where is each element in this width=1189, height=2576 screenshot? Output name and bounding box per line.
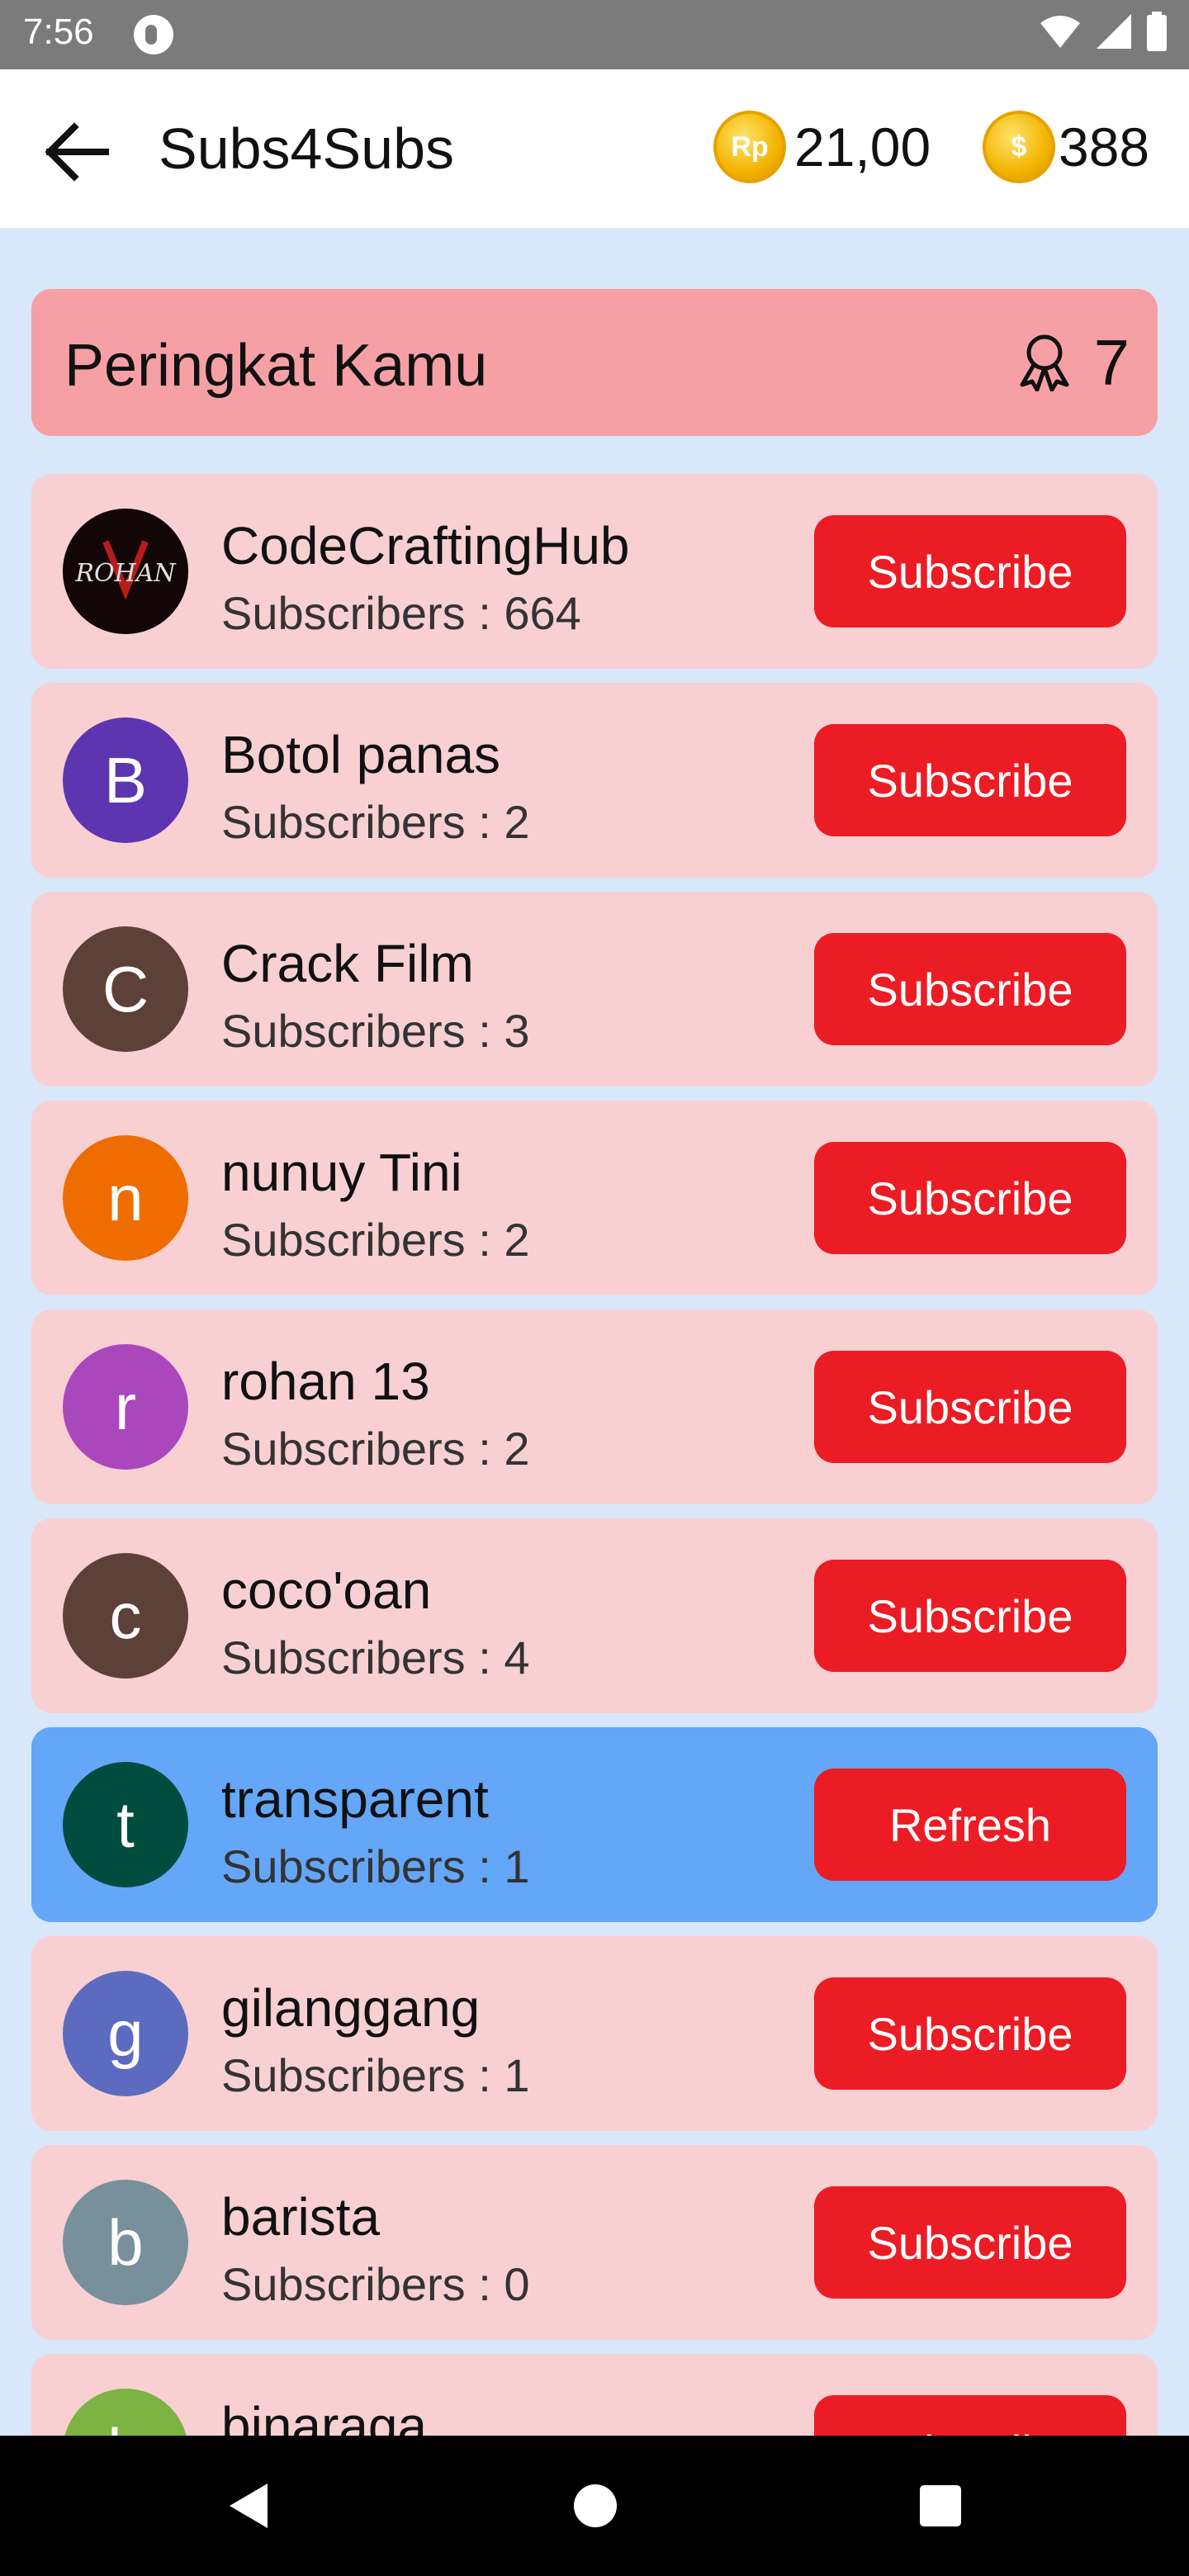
arrow-back-icon xyxy=(45,122,109,182)
avatar: B xyxy=(63,717,188,843)
subscribe-button[interactable]: Subscribe xyxy=(814,1142,1126,1254)
nav-home-icon[interactable] xyxy=(566,2477,624,2535)
app-title: Subs4Subs xyxy=(159,116,455,181)
list-item: g gilanggang Subscribers : 1 Subscribe xyxy=(31,1936,1158,2131)
list-item: B Botol panas Subscribers : 2 Subscribe xyxy=(31,683,1158,878)
channel-name: rohan 13 xyxy=(221,1352,430,1411)
battery-icon xyxy=(1147,12,1167,51)
status-time: 7:56 xyxy=(23,12,94,52)
avatar: r xyxy=(63,1344,188,1470)
subscriber-count: Subscribers : 664 xyxy=(221,587,581,639)
notification-app-icon xyxy=(134,15,173,54)
channel-name: Botol panas xyxy=(221,725,501,784)
rp-balance-value: 21,00 xyxy=(794,116,931,178)
coin-balance: $ 388 xyxy=(983,111,1149,183)
status-icons xyxy=(1039,12,1168,51)
avatar: b xyxy=(63,2180,188,2305)
channel-name: transparent xyxy=(221,1769,489,1829)
system-nav-bar xyxy=(0,2436,1189,2576)
status-bar: 7:56 xyxy=(0,0,1189,69)
channel-name: barista xyxy=(221,2187,381,2247)
avatar: C xyxy=(63,926,188,1052)
rp-balance: Rp 21,00 xyxy=(713,111,931,183)
app-bar: Subs4Subs Rp 21,00 $ 388 xyxy=(0,69,1189,228)
wifi-icon xyxy=(1040,16,1080,48)
rank-value: 7 xyxy=(1093,326,1130,399)
list-item: r rohan 13 Subscribers : 2 Subscribe xyxy=(31,1309,1158,1504)
avatar: t xyxy=(63,1762,188,1887)
subscriber-count: Subscribers : 3 xyxy=(221,1005,530,1057)
subscribe-button[interactable]: Subscribe xyxy=(814,1351,1126,1463)
nav-back-icon[interactable] xyxy=(221,2477,279,2535)
svg-text:ROHAN: ROHAN xyxy=(74,559,177,588)
subscriber-count: Subscribers : 2 xyxy=(221,796,530,848)
refresh-button[interactable]: Refresh xyxy=(814,1769,1126,1881)
avatar: n xyxy=(63,1135,188,1261)
subscriber-count: Subscribers : 2 xyxy=(221,1423,530,1475)
subscribe-button[interactable]: Subscribe xyxy=(814,724,1126,836)
list-item: b barista Subscribers : 0 Subscribe xyxy=(31,2145,1158,2340)
channel-name: nunuy Tini xyxy=(221,1143,462,1202)
list-item: n nunuy Tini Subscribers : 2 Subscribe xyxy=(31,1101,1158,1295)
coin-balance-value: 388 xyxy=(1059,116,1150,178)
channel-name: CodeCraftingHub xyxy=(221,516,630,575)
avatar: g xyxy=(63,1971,188,2096)
list-item-current-user: t transparent Subscribers : 1 Refresh xyxy=(31,1727,1158,1922)
cell-signal-icon xyxy=(1097,14,1131,49)
rank-label: Peringkat Kamu xyxy=(64,333,488,399)
subscriber-count: Subscribers : 2 xyxy=(221,1214,530,1266)
subscribe-button[interactable]: Subscribe xyxy=(814,1977,1126,2090)
avatar: c xyxy=(63,1553,188,1679)
subscribe-button[interactable]: Subscribe xyxy=(814,1560,1126,1672)
channel-name: Crack Film xyxy=(221,934,474,993)
nav-recents-icon[interactable] xyxy=(912,2477,969,2535)
list-item: ROHAN CodeCraftingHub Subscribers : 664 … xyxy=(31,474,1158,669)
channel-logo-image: ROHAN xyxy=(63,509,188,634)
channel-name: gilanggang xyxy=(221,1978,481,2038)
subscriber-count: Subscribers : 0 xyxy=(221,2258,530,2310)
dollar-coin-icon: $ xyxy=(983,111,1055,183)
subscribe-button[interactable]: Subscribe xyxy=(814,933,1126,1045)
subscribe-button[interactable]: Subscribe xyxy=(814,515,1126,627)
subscriber-count: Subscribers : 4 xyxy=(221,1631,530,1683)
back-button[interactable] xyxy=(36,112,116,192)
subscriber-count: Subscribers : 1 xyxy=(221,2049,530,2101)
rp-coin-icon: Rp xyxy=(713,111,786,183)
channel-name: coco'oan xyxy=(221,1560,432,1620)
award-ribbon-icon xyxy=(1020,334,1069,391)
list-item: C Crack Film Subscribers : 3 Subscribe xyxy=(31,892,1158,1087)
list-item: c coco'oan Subscribers : 4 Subscribe xyxy=(31,1518,1158,1713)
rank-card: Peringkat Kamu 7 xyxy=(31,289,1158,436)
subscribe-button[interactable]: Subscribe xyxy=(814,2186,1126,2299)
avatar: ROHAN xyxy=(63,509,188,634)
subscriber-count: Subscribers : 1 xyxy=(221,1840,530,1892)
